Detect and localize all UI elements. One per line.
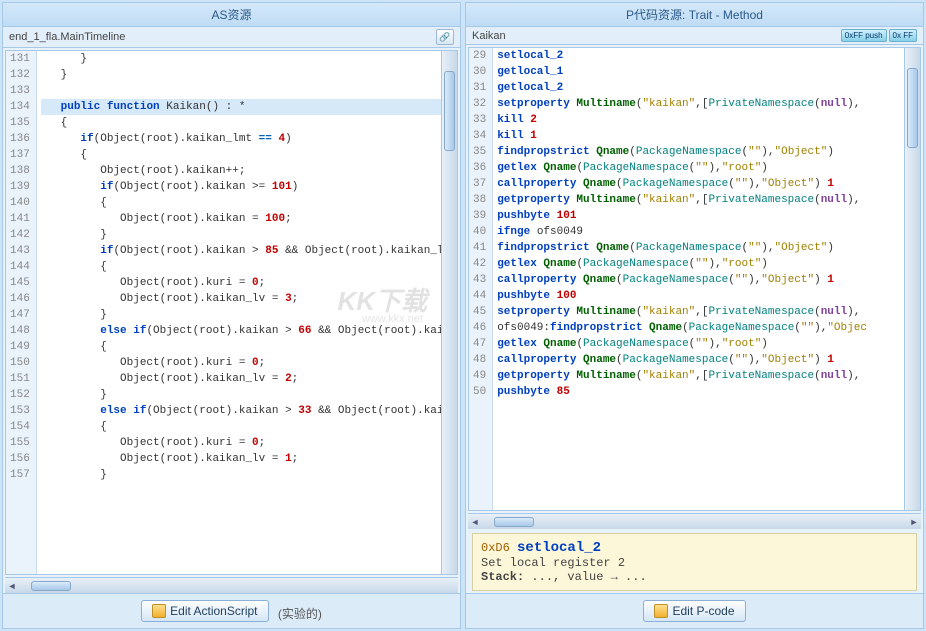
as-hscroll[interactable]: ◄ <box>5 577 458 593</box>
info-instruction: setlocal_2 <box>517 540 601 556</box>
scrollbar-thumb[interactable] <box>31 581 71 591</box>
code-line[interactable]: } <box>41 387 457 403</box>
pcode-line[interactable]: getlex Qname(PackageNamespace(""),"root"… <box>497 336 920 352</box>
code-line[interactable] <box>41 83 457 99</box>
edit-pcode-label: Edit P-code <box>672 604 734 618</box>
pcode-line[interactable]: kill 1 <box>497 128 920 144</box>
pcode-code[interactable]: setlocal_2getlocal_1getlocal_2setpropert… <box>493 48 920 510</box>
pcode-hscroll[interactable]: ◄► <box>468 513 921 529</box>
as-footer: Edit ActionScript (实验的) <box>3 593 460 628</box>
code-line[interactable]: { <box>41 115 457 131</box>
info-offset: 0xD6 <box>481 541 510 555</box>
as-code-area[interactable]: 1311321331341351361371381391401411421431… <box>5 50 458 575</box>
hex-toggle-button[interactable]: 0x FF <box>889 29 917 42</box>
scrollbar-thumb[interactable] <box>444 71 455 151</box>
pcode-line[interactable]: callproperty Qname(PackageNamespace(""),… <box>497 352 920 368</box>
scrollbar-thumb[interactable] <box>494 517 534 527</box>
as-vscroll[interactable] <box>441 51 457 574</box>
pcode-line[interactable]: getproperty Multiname("kaikan",[PrivateN… <box>497 368 920 384</box>
hex-buttons: 0xFF push0x FF <box>841 29 917 42</box>
code-line[interactable]: else if(Object(root).kaikan > 33 && Obje… <box>41 403 457 419</box>
as-sub-header: end_1_fla.MainTimeline 🔗 <box>3 27 460 48</box>
code-line[interactable]: } <box>41 467 457 483</box>
pcode-line[interactable]: callproperty Qname(PackageNamespace(""),… <box>497 176 920 192</box>
code-line[interactable]: { <box>41 339 457 355</box>
edit-as-suffix: (实验的) <box>278 607 322 621</box>
code-line[interactable]: } <box>41 307 457 323</box>
scrollbar-thumb[interactable] <box>907 68 918 148</box>
code-line[interactable]: else if(Object(root).kaikan > 66 && Obje… <box>41 323 457 339</box>
code-line[interactable]: } <box>41 67 457 83</box>
pcode-vscroll[interactable] <box>904 48 920 510</box>
code-line[interactable]: Object(root).kaikan++; <box>41 163 457 179</box>
instruction-info-box: 0xD6 setlocal_2 Set local register 2 Sta… <box>472 533 917 591</box>
pcode-line[interactable]: findpropstrict Qname(PackageNamespace(""… <box>497 144 920 160</box>
pcode-gutter: 2930313233343536373839404142434445464748… <box>469 48 493 510</box>
pcode-line[interactable]: pushbyte 100 <box>497 288 920 304</box>
pcode-line[interactable]: getproperty Multiname("kaikan",[PrivateN… <box>497 192 920 208</box>
pcode-line[interactable]: ofs0049:findpropstrict Qname(PackageName… <box>497 320 920 336</box>
info-stack-text: ..., value → ... <box>524 570 646 584</box>
code-line[interactable]: if(Object(root).kaikan > 85 && Object(ro… <box>41 243 457 259</box>
code-line[interactable]: if(Object(root).kaikan_lmt == 4) <box>41 131 457 147</box>
pcode-panel-title: P代码资源: Trait - Method <box>466 3 923 27</box>
pcode-code-area[interactable]: 2930313233343536373839404142434445464748… <box>468 47 921 511</box>
code-line[interactable]: Object(root).kuri = 0; <box>41 355 457 371</box>
code-line[interactable]: { <box>41 147 457 163</box>
pcode-line[interactable]: setproperty Multiname("kaikan",[PrivateN… <box>497 304 920 320</box>
pcode-line[interactable]: getlex Qname(PackageNamespace(""),"root"… <box>497 160 920 176</box>
code-line[interactable]: Object(root).kuri = 0; <box>41 275 457 291</box>
pcode-line[interactable]: callproperty Qname(PackageNamespace(""),… <box>497 272 920 288</box>
code-line[interactable]: Object(root).kaikan_lv = 2; <box>41 371 457 387</box>
pcode-footer: Edit P-code <box>466 593 923 628</box>
info-stack-label: Stack: <box>481 570 524 584</box>
code-line[interactable]: } <box>41 227 457 243</box>
pcode-line[interactable]: pushbyte 101 <box>497 208 920 224</box>
pcode-line[interactable]: findpropstrict Qname(PackageNamespace(""… <box>497 240 920 256</box>
code-line[interactable]: { <box>41 259 457 275</box>
as-source-panel: AS资源 end_1_fla.MainTimeline 🔗 1311321331… <box>2 2 461 629</box>
info-description: Set local register 2 <box>481 556 908 570</box>
code-line[interactable]: Object(root).kaikan = 100; <box>41 211 457 227</box>
pcode-panel: P代码资源: Trait - Method Kaikan 0xFF push0x… <box>465 2 924 629</box>
edit-pcode-button[interactable]: Edit P-code <box>643 600 745 622</box>
code-line[interactable]: Object(root).kaikan_lv = 1; <box>41 451 457 467</box>
as-code[interactable]: } } public function Kaikan() : * { if(Ob… <box>37 51 457 574</box>
pcode-line[interactable]: getlocal_2 <box>497 80 920 96</box>
pcode-sub-header: Kaikan 0xFF push0x FF <box>466 27 923 45</box>
code-line[interactable]: Object(root).kaikan_lv = 3; <box>41 291 457 307</box>
as-gutter: 1311321331341351361371381391401411421431… <box>6 51 37 574</box>
hex-toggle-button[interactable]: 0xFF push <box>841 29 887 42</box>
as-panel-title: AS资源 <box>3 3 460 27</box>
code-line[interactable]: if(Object(root).kaikan >= 101) <box>41 179 457 195</box>
pcode-line[interactable]: setproperty Multiname("kaikan",[PrivateN… <box>497 96 920 112</box>
code-line[interactable]: public function Kaikan() : * <box>41 99 457 115</box>
code-line[interactable]: Object(root).kuri = 0; <box>41 435 457 451</box>
code-line[interactable]: } <box>41 51 457 67</box>
edit-as-label: Edit ActionScript <box>170 604 257 618</box>
pcode-line[interactable]: getlocal_1 <box>497 64 920 80</box>
pcode-line[interactable]: ifnge ofs0049 <box>497 224 920 240</box>
pcode-line[interactable]: kill 2 <box>497 112 920 128</box>
code-line[interactable]: { <box>41 419 457 435</box>
code-line[interactable]: { <box>41 195 457 211</box>
as-class-path: end_1_fla.MainTimeline <box>9 31 125 43</box>
pcode-line[interactable]: getlex Qname(PackageNamespace(""),"root"… <box>497 256 920 272</box>
edit-icon <box>152 604 166 618</box>
edit-icon <box>654 604 668 618</box>
pcode-method-name: Kaikan <box>472 30 506 42</box>
link-icon[interactable]: 🔗 <box>436 29 454 45</box>
pcode-line[interactable]: setlocal_2 <box>497 48 920 64</box>
pcode-line[interactable]: pushbyte 85 <box>497 384 920 400</box>
edit-actionscript-button[interactable]: Edit ActionScript <box>141 600 268 622</box>
